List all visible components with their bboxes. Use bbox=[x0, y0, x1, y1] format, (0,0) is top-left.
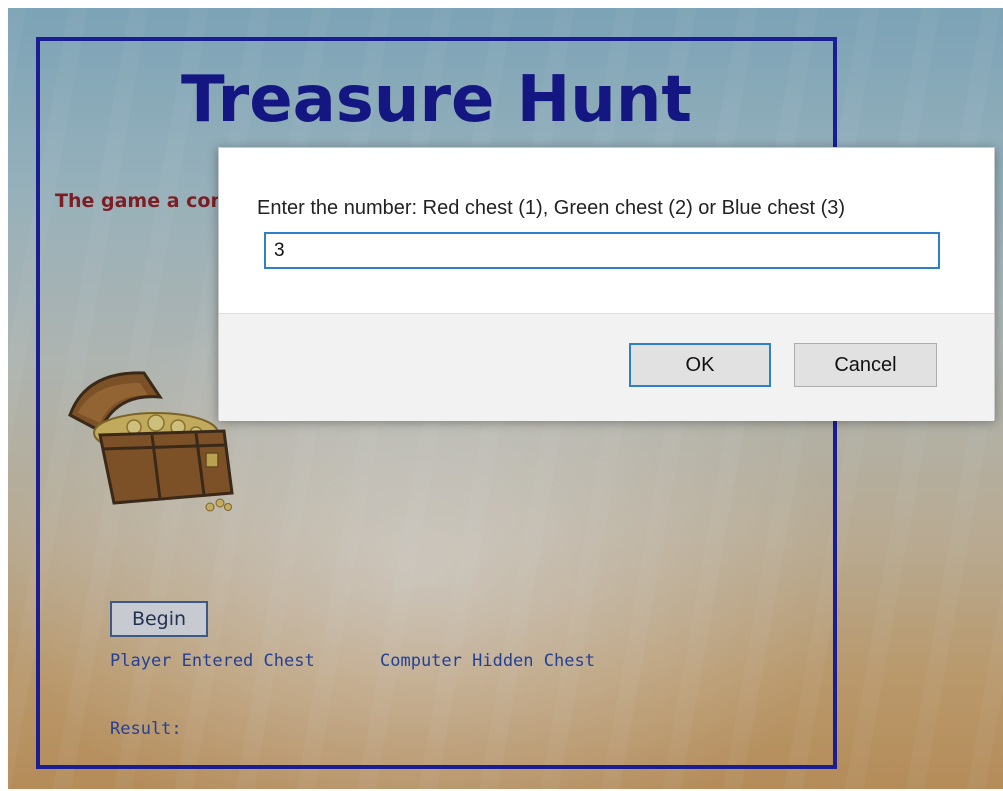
prompt-dialog-footer: OK Cancel bbox=[219, 313, 994, 421]
prompt-dialog-body: Enter the number: Red chest (1), Green c… bbox=[219, 148, 994, 313]
prompt-dialog: Enter the number: Red chest (1), Green c… bbox=[218, 147, 995, 421]
ok-button[interactable]: OK bbox=[629, 343, 771, 387]
cancel-button[interactable]: Cancel bbox=[794, 343, 937, 387]
prompt-input[interactable] bbox=[264, 232, 940, 269]
page-background: Treasure Hunt The game a contains tre nu… bbox=[8, 8, 1003, 789]
prompt-message: Enter the number: Red chest (1), Green c… bbox=[257, 197, 846, 219]
